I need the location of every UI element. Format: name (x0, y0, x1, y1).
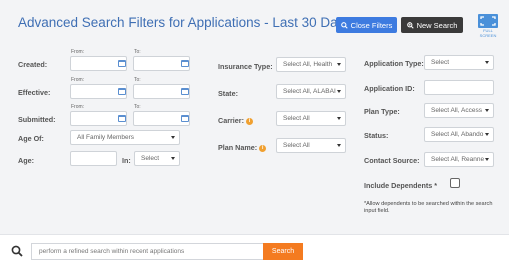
chevron-down-icon (337, 63, 341, 66)
search-button[interactable]: Search (263, 243, 303, 260)
effective-from-label: From: (71, 77, 85, 83)
status-label: Status: (364, 131, 389, 140)
chevron-down-icon (337, 117, 341, 120)
refined-search-input[interactable]: perform a refined search within recent a… (31, 243, 263, 260)
calendar-icon[interactable] (181, 88, 189, 95)
include-dependents-checkbox[interactable] (450, 178, 460, 188)
info-icon[interactable]: i (245, 117, 253, 125)
filters-panel: Advanced Search Filters for Applications… (0, 0, 509, 235)
calendar-icon[interactable] (118, 88, 126, 95)
chevron-down-icon (171, 157, 175, 160)
state-select[interactable]: Select All, ALABAI (276, 84, 346, 99)
chevron-down-icon (337, 90, 341, 93)
plan-type-value: Select All, Access (431, 107, 482, 114)
chevron-down-icon (485, 109, 489, 112)
application-type-value: Select (431, 59, 450, 66)
insurance-type-value: Select All, Health (283, 61, 333, 68)
age-input[interactable] (70, 151, 117, 166)
plan-name-select[interactable]: Select All (276, 138, 346, 153)
state-label: State: (218, 89, 238, 98)
page-title: Advanced Search Filters for Applications… (18, 15, 352, 30)
calendar-icon[interactable] (181, 115, 189, 122)
insurance-type-label: Insurance Type: (218, 62, 273, 71)
carrier-select[interactable]: Select All (276, 111, 346, 126)
age-of-value: All Family Members (77, 134, 135, 141)
age-of-label: Age Of: (18, 134, 44, 143)
carrier-label-group: Carrier: i (218, 116, 253, 125)
dependents-note: *Allow dependents to be searched within … (364, 201, 493, 214)
plan-name-label-group: Plan Name: i (218, 143, 267, 152)
status-value: Select All, Abando (431, 131, 484, 138)
contact-source-value: Select All, Reanne (431, 156, 485, 163)
chevron-down-icon (171, 136, 175, 139)
created-to-label: To: (134, 49, 141, 55)
in-select[interactable]: Select (134, 151, 180, 166)
application-type-select[interactable]: Select (424, 55, 494, 70)
plan-name-label: Plan Name: (218, 143, 258, 152)
submitted-to-label: To: (134, 104, 141, 110)
full-screen-icon (478, 14, 498, 28)
plan-type-select[interactable]: Select All, Access (424, 103, 494, 118)
search-icon (11, 245, 23, 257)
plan-name-value: Select All (283, 142, 310, 149)
close-filters-button[interactable]: Close Filters (336, 17, 397, 33)
calendar-icon[interactable] (181, 60, 189, 67)
state-value: Select All, ALABAI (283, 88, 336, 95)
application-id-label: Application ID: (364, 84, 415, 93)
close-filters-label: Close Filters (350, 20, 393, 30)
plan-type-label: Plan Type: (364, 107, 400, 116)
refined-search-placeholder: perform a refined search within recent a… (39, 248, 185, 255)
submitted-label: Submitted: (18, 115, 56, 124)
contact-source-label: Contact Source: (364, 156, 420, 165)
effective-label: Effective: (18, 88, 51, 97)
created-label: Created: (18, 60, 48, 69)
contact-source-select[interactable]: Select All, Reanne (424, 152, 494, 167)
new-search-label: New Search (416, 20, 458, 30)
submitted-from-label: From: (71, 104, 85, 110)
application-id-input[interactable] (424, 80, 494, 95)
insurance-type-select[interactable]: Select All, Health (276, 57, 346, 72)
status-select[interactable]: Select All, Abando (424, 127, 494, 142)
new-search-button[interactable]: New Search (401, 17, 463, 33)
age-label: Age: (18, 156, 34, 165)
full-screen-button[interactable]: FULL SCREEN (478, 14, 498, 38)
effective-to-label: To: (134, 77, 141, 83)
application-type-label: Application Type: (364, 59, 424, 68)
calendar-icon[interactable] (118, 60, 126, 67)
search-icon (340, 21, 348, 29)
include-dependents-label: Include Dependents * (364, 181, 438, 190)
in-value: Select (141, 155, 160, 162)
carrier-value: Select All (283, 115, 310, 122)
in-label: In: (122, 156, 131, 165)
chevron-down-icon (485, 158, 489, 161)
search-plus-icon (406, 21, 414, 29)
age-of-select[interactable]: All Family Members (70, 130, 180, 145)
carrier-label: Carrier: (218, 116, 244, 125)
chevron-down-icon (337, 144, 341, 147)
chevron-down-icon (485, 133, 489, 136)
calendar-icon[interactable] (118, 115, 126, 122)
full-screen-label: FULL SCREEN (479, 28, 497, 38)
created-from-label: From: (71, 49, 85, 55)
chevron-down-icon (485, 61, 489, 64)
info-icon[interactable]: i (259, 144, 267, 152)
